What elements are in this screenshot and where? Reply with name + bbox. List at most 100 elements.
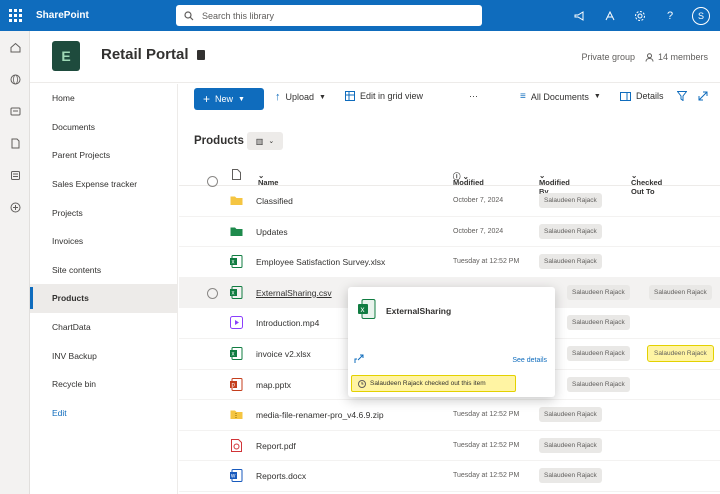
column-checked-out-to[interactable]: Checked Out To ⌄ xyxy=(631,171,662,196)
site-logo[interactable]: E xyxy=(52,41,80,71)
file-hover-card: x ExternalSharing See details Salaudeen … xyxy=(348,287,555,397)
copilot-icon[interactable] xyxy=(602,8,618,24)
grid-label: Edit in grid view xyxy=(360,91,424,101)
pdf-icon xyxy=(231,438,242,452)
nav-item-home[interactable]: Home xyxy=(30,84,177,113)
share-icon[interactable] xyxy=(354,354,364,366)
list-item[interactable]: x Employee Satisfaction Survey.xlsx Tues… xyxy=(179,247,720,278)
nav-label: Documents xyxy=(52,121,95,132)
nav-item-chartdata[interactable]: ChartData xyxy=(30,313,177,342)
nav-item-products[interactable]: Products xyxy=(30,284,177,313)
search-icon xyxy=(184,10,194,20)
checked-out-notice: Salaudeen Rajack checked out this item xyxy=(351,375,516,392)
gear-icon[interactable] xyxy=(632,8,648,24)
list-item[interactable]: w Reports.docx Tuesday at 12:52 PM Salau… xyxy=(179,461,720,492)
view-label: All Documents xyxy=(530,91,589,102)
checked-out-pill[interactable]: Salaudeen Rajack xyxy=(647,345,714,362)
new-button[interactable]: + New ▼ xyxy=(194,88,264,110)
news-icon[interactable] xyxy=(0,95,30,127)
modified-by-pill[interactable]: Salaudeen Rajack xyxy=(567,346,630,361)
nav-label: Sales Expense tracker xyxy=(52,179,138,190)
site-title[interactable]: Retail Portal xyxy=(101,46,189,63)
details-button[interactable]: Details xyxy=(620,91,664,101)
checked-out-pill[interactable]: Salaudeen Rajack xyxy=(649,284,712,300)
create-icon[interactable] xyxy=(0,191,30,223)
globe-icon[interactable] xyxy=(0,63,30,95)
nav-item-inv-backup[interactable]: INV Backup xyxy=(30,341,177,370)
modified-by-pill[interactable]: Salaudeen Rajack xyxy=(539,468,602,484)
nav-item-documents[interactable]: Documents xyxy=(30,113,177,142)
chevron-down-icon: ⌄ xyxy=(268,138,275,145)
nav-label: Recycle bin xyxy=(52,379,96,390)
view-selector[interactable]: ≡ All Documents ▼ xyxy=(520,91,601,102)
nav-item-parent-projects[interactable]: Parent Projects xyxy=(30,141,177,170)
new-label: New xyxy=(215,94,234,104)
modified-by-pill[interactable]: Salaudeen Rajack xyxy=(539,407,602,423)
modified-by-pill[interactable]: Salaudeen Rajack xyxy=(567,315,630,331)
megaphone-icon[interactable] xyxy=(572,8,588,24)
see-details-link[interactable]: See details xyxy=(512,357,547,364)
modified-by-pill[interactable]: Salaudeen Rajack xyxy=(539,254,602,270)
nav-item-invoices[interactable]: Invoices xyxy=(30,227,177,256)
list-item[interactable]: Report.pdf Tuesday at 12:52 PM Salaudeen… xyxy=(179,431,720,462)
row-select-radio[interactable] xyxy=(207,287,218,301)
file-name[interactable]: Employee Satisfaction Survey.xlsx xyxy=(256,257,385,267)
brand-name[interactable]: SharePoint xyxy=(36,10,176,21)
avatar[interactable]: S xyxy=(692,6,710,25)
modified-by-pill[interactable]: Salaudeen Rajack xyxy=(539,193,602,208)
modified-by-pill[interactable]: Salaudeen Rajack xyxy=(539,437,602,453)
main-area: E Retail Portal Private group 14 members… xyxy=(30,31,720,494)
nav-item-sales-expense-tracker[interactable]: Sales Expense tracker xyxy=(30,170,177,199)
file-name[interactable]: Classified xyxy=(256,196,293,206)
details-label: Details xyxy=(636,91,664,101)
upload-button[interactable]: ↑ Upload ▼ xyxy=(275,91,326,103)
chevron-down-icon: ▼ xyxy=(319,93,326,101)
nav-item-recycle-bin[interactable]: Recycle bin xyxy=(30,370,177,399)
column-modified-by[interactable]: Modified By ⌄ xyxy=(539,171,570,196)
file-type-icon[interactable] xyxy=(232,169,241,182)
view-switcher[interactable]: ▥ ⌄ xyxy=(247,132,283,150)
lists-icon[interactable] xyxy=(0,159,30,191)
list-item[interactable]: media-file-renamer-pro_v4.6.9.zip Tuesda… xyxy=(179,400,720,431)
more-button[interactable]: ··· xyxy=(469,91,478,101)
svg-text:w: w xyxy=(230,474,236,480)
svg-text:x: x xyxy=(361,305,365,314)
filter-icon[interactable] xyxy=(677,91,687,101)
modified-by-pill[interactable]: Salaudeen Rajack xyxy=(567,376,630,392)
modified-by-pill[interactable]: Salaudeen Rajack xyxy=(567,284,630,300)
left-navigation: Home Documents Parent Projects Sales Exp… xyxy=(30,84,178,494)
folder-icon xyxy=(230,196,243,205)
file-name[interactable]: map.pptx xyxy=(256,380,291,390)
modified-by-pill[interactable]: Salaudeen Rajack xyxy=(539,223,602,239)
file-icon[interactable] xyxy=(0,127,30,159)
file-name[interactable]: invoice v2.xlsx xyxy=(256,349,311,359)
grid-view-button[interactable]: Edit in grid view xyxy=(345,91,423,101)
search-box[interactable]: Search this library xyxy=(176,5,482,26)
file-name[interactable]: Reports.docx xyxy=(256,471,306,481)
list-item[interactable]: Updates October 7, 2024 Salaudeen Rajack xyxy=(179,217,720,248)
app-launcher-icon[interactable] xyxy=(0,0,30,31)
app-rail xyxy=(0,31,30,494)
modified-date: October 7, 2024 xyxy=(453,197,504,204)
file-name[interactable]: Updates xyxy=(256,227,288,237)
file-name[interactable]: ExternalSharing.csv xyxy=(256,288,332,298)
nav-item-site-contents[interactable]: Site contents xyxy=(30,256,177,285)
members-button[interactable]: 14 members xyxy=(645,52,708,62)
list-item[interactable]: Classified October 7, 2024 Salaudeen Raj… xyxy=(179,186,720,217)
file-name[interactable]: Report.pdf xyxy=(256,441,296,451)
site-header: E Retail Portal Private group 14 members xyxy=(30,31,720,83)
hover-card-title[interactable]: ExternalSharing xyxy=(386,306,451,316)
column-name[interactable]: Name ⌄ xyxy=(258,171,278,187)
file-name[interactable]: media-file-renamer-pro_v4.6.9.zip xyxy=(256,410,384,420)
nav-edit-link[interactable]: Edit xyxy=(30,399,177,428)
nav-item-projects[interactable]: Projects xyxy=(30,198,177,227)
chevron-down-icon: ▼ xyxy=(593,93,601,100)
column-headers: Name ⌄ Modified ⓘ ⌄ Modified By ⌄ Checke… xyxy=(179,164,720,196)
person-icon xyxy=(645,52,654,62)
file-name[interactable]: Introduction.mp4 xyxy=(256,318,319,328)
home-icon[interactable] xyxy=(0,31,30,63)
plus-icon: + xyxy=(203,92,211,106)
expand-icon[interactable] xyxy=(698,91,708,101)
help-icon[interactable]: ? xyxy=(662,8,678,24)
column-modified[interactable]: Modified ⓘ ⌄ xyxy=(453,171,484,187)
